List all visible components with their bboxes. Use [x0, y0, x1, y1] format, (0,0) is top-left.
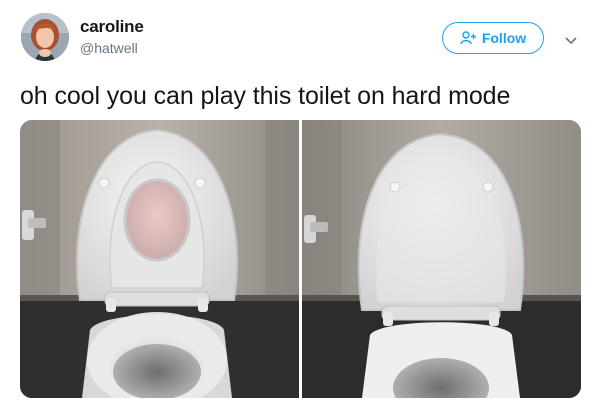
avatar-photo [21, 13, 69, 61]
tweet-text: oh cool you can play this toilet on hard… [20, 82, 511, 110]
author-name[interactable]: caroline [80, 17, 144, 37]
follow-button[interactable]: Follow [442, 22, 544, 54]
left-photo[interactable] [20, 120, 299, 398]
avatar[interactable] [21, 13, 69, 61]
tweet-media[interactable] [20, 120, 581, 398]
tweet-header: caroline @hatwell Follow [0, 0, 599, 80]
follow-label: Follow [481, 30, 527, 46]
author-handle[interactable]: @hatwell [80, 40, 138, 56]
right-photo[interactable] [302, 120, 581, 398]
chevron-down-icon[interactable] [565, 33, 577, 45]
add-person-icon [460, 31, 477, 45]
